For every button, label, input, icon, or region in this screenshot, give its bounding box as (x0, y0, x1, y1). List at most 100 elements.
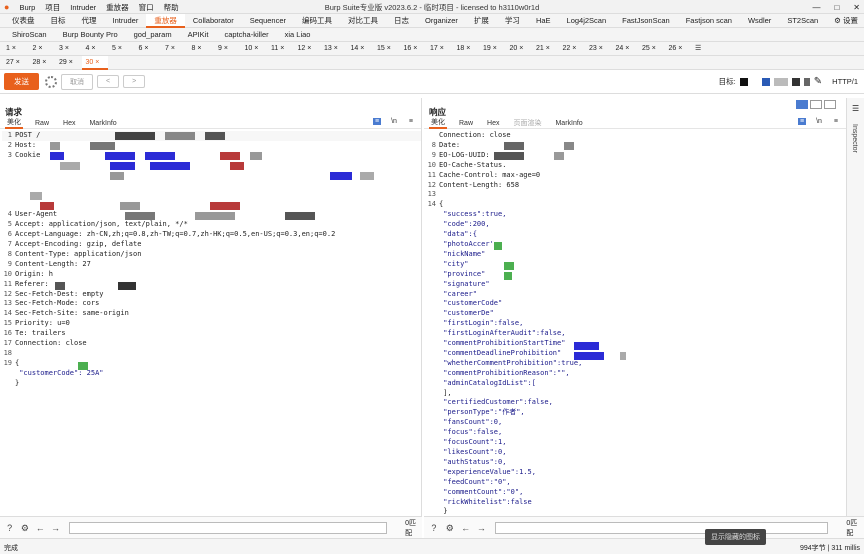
repeater-tab[interactable]: 7 × (161, 42, 188, 56)
arrow-left-icon[interactable]: ← (460, 522, 472, 534)
edit-target-pencil-icon[interactable]: ✎ (814, 76, 822, 87)
maximize-icon[interactable]: □ (834, 3, 839, 12)
inspector-menu-icon[interactable]: ☰ (852, 104, 859, 113)
close-icon[interactable]: ✕ (853, 3, 860, 12)
repeater-tab-active[interactable]: 30 × (81, 55, 108, 70)
repeater-tab[interactable]: 26 × (665, 42, 692, 56)
response-tab-raw[interactable]: Raw (457, 120, 475, 127)
repeater-tab[interactable]: 24 × (612, 42, 639, 56)
request-tab-markinfo[interactable]: MarkInfo (87, 120, 118, 127)
minimize-icon[interactable]: — (812, 3, 820, 12)
tool-tab-repeater[interactable]: 重放器 (146, 13, 185, 28)
tool-tab-st2scan[interactable]: ST2Scan (779, 14, 826, 28)
menu-window[interactable]: 窗口 (139, 2, 154, 13)
search-settings-gear-icon[interactable]: ⚙ (19, 522, 30, 534)
tool-tab-log4j2scan[interactable]: Log4j2Scan (559, 14, 615, 28)
layout-stacked-icon[interactable] (810, 100, 822, 109)
search-settings-gear-icon[interactable]: ⚙ (444, 522, 456, 534)
repeater-tab[interactable]: 12 × (294, 42, 321, 56)
repeater-tab[interactable]: 11 × (267, 42, 294, 56)
repeater-tab-more[interactable]: ☰ (691, 42, 718, 56)
wrap-toggle-icon[interactable]: ≡ (372, 118, 382, 125)
ext-tab-burp-bounty-pro[interactable]: Burp Bounty Pro (55, 28, 126, 42)
request-tab-pretty[interactable]: 美化 (5, 117, 23, 129)
repeater-tab[interactable]: 9 × (214, 42, 241, 56)
tool-tab-fastjson-scan[interactable]: Fastjson scan (678, 14, 740, 28)
tool-tab-wsdler[interactable]: Wsdler (740, 14, 779, 28)
ext-tab-god-param[interactable]: god_param (126, 28, 180, 42)
tool-tab-hae[interactable]: HaE (528, 14, 559, 28)
arrow-right-icon[interactable]: → (475, 522, 487, 534)
repeater-tab[interactable]: 18 × (453, 42, 480, 56)
request-tab-raw[interactable]: Raw (33, 120, 51, 127)
menu-help[interactable]: 帮助 (164, 2, 179, 13)
forward-button[interactable]: > (123, 75, 146, 88)
response-editor[interactable]: Connection: close 8 Date: 9 EO-LOG-UUID: 10 EO… (424, 129, 846, 527)
tool-tab-sequencer[interactable]: Sequencer (242, 14, 294, 28)
menu-burp[interactable]: Burp (19, 3, 35, 12)
request-search-input[interactable] (69, 521, 388, 534)
repeater-tab[interactable]: 22 × (559, 42, 586, 56)
repeater-tab[interactable]: 16 × (400, 42, 427, 56)
response-search-input[interactable] (495, 521, 829, 534)
repeater-tab[interactable]: 27 × (2, 56, 29, 70)
wrap-toggle-icon[interactable]: ≡ (797, 118, 807, 125)
repeater-tab[interactable]: 10 × (241, 42, 268, 56)
request-editor[interactable]: 1 POST /2 Host: 3 Cookie 4 User-Agent 5 Accept: … (0, 129, 421, 389)
repeater-tab[interactable]: 8 × (188, 42, 215, 56)
repeater-tab[interactable]: 21 × (532, 42, 559, 56)
tool-tab-extensions[interactable]: 扩展 (466, 14, 497, 28)
response-tab-markinfo[interactable]: MarkInfo (553, 120, 584, 127)
repeater-tab[interactable]: 13 × (320, 42, 347, 56)
ext-tab-apikit[interactable]: APIKit (180, 28, 217, 42)
menu-icon[interactable]: ≡ (832, 118, 840, 125)
cancel-button[interactable]: 取消 (61, 73, 93, 90)
repeater-tab[interactable]: 28 × (29, 56, 56, 70)
menu-icon[interactable]: ≡ (407, 118, 415, 125)
tool-tab-dashboard[interactable]: 仪表盘 (4, 14, 43, 28)
help-icon[interactable]: ? (4, 522, 15, 534)
tool-tab-learn[interactable]: 学习 (497, 14, 528, 28)
response-tab-pretty[interactable]: 美化 (429, 117, 447, 129)
send-settings-gear-icon[interactable] (45, 75, 57, 88)
tool-tab-proxy[interactable]: 代理 (74, 14, 105, 28)
repeater-tab[interactable]: 29 × (55, 56, 82, 70)
repeater-tab[interactable]: 1 × (2, 42, 29, 56)
repeater-tab[interactable]: 15 × (373, 42, 400, 56)
repeater-tab[interactable]: 19 × (479, 42, 506, 56)
repeater-tab[interactable]: 23 × (585, 42, 612, 56)
menu-intruder[interactable]: Intruder (70, 3, 96, 12)
back-button[interactable]: < (97, 75, 120, 88)
tool-tab-collaborator[interactable]: Collaborator (185, 14, 242, 28)
repeater-tab[interactable]: 4 × (82, 42, 109, 56)
layout-side-by-side-icon[interactable] (796, 100, 808, 109)
repeater-tab[interactable]: 14 × (347, 42, 374, 56)
tool-tab-settings[interactable]: ⚙ 设置 (826, 14, 864, 28)
request-tab-hex[interactable]: Hex (61, 120, 77, 127)
ext-tab-captcha-killer[interactable]: captcha-killer (216, 28, 276, 42)
newline-icon[interactable]: \n (389, 118, 399, 125)
menu-repeater[interactable]: 重放器 (106, 2, 129, 13)
newline-icon[interactable]: \n (814, 118, 824, 125)
response-tab-hex[interactable]: Hex (485, 120, 501, 127)
tool-tab-organizer[interactable]: Organizer (417, 14, 466, 28)
inspector-tab[interactable]: Inspector (851, 124, 858, 153)
layout-tabs-icon[interactable] (824, 100, 836, 109)
tool-tab-comparer[interactable]: 对比工具 (340, 14, 386, 28)
repeater-tab[interactable]: 20 × (506, 42, 533, 56)
repeater-tab[interactable]: 3 × (55, 42, 82, 56)
response-tab-render[interactable]: 页面渲染 (511, 118, 543, 128)
repeater-tab[interactable]: 17 × (426, 42, 453, 56)
send-button[interactable]: 发送 (4, 73, 39, 90)
tool-tab-intruder[interactable]: Intruder (105, 14, 147, 28)
repeater-tab[interactable]: 25 × (638, 42, 665, 56)
ext-tab-xia-liao[interactable]: xia Liao (277, 28, 319, 42)
arrow-left-icon[interactable]: ← (35, 522, 46, 534)
repeater-tab[interactable]: 5 × (108, 42, 135, 56)
ext-tab-shiroscan[interactable]: ShiroScan (4, 28, 55, 42)
repeater-tab[interactable]: 6 × (135, 42, 162, 56)
tool-tab-target[interactable]: 目标 (43, 14, 74, 28)
arrow-right-icon[interactable]: → (50, 522, 61, 534)
repeater-tab[interactable]: 2 × (29, 42, 56, 56)
tool-tab-fastjsonscan[interactable]: FastJsonScan (614, 14, 678, 28)
